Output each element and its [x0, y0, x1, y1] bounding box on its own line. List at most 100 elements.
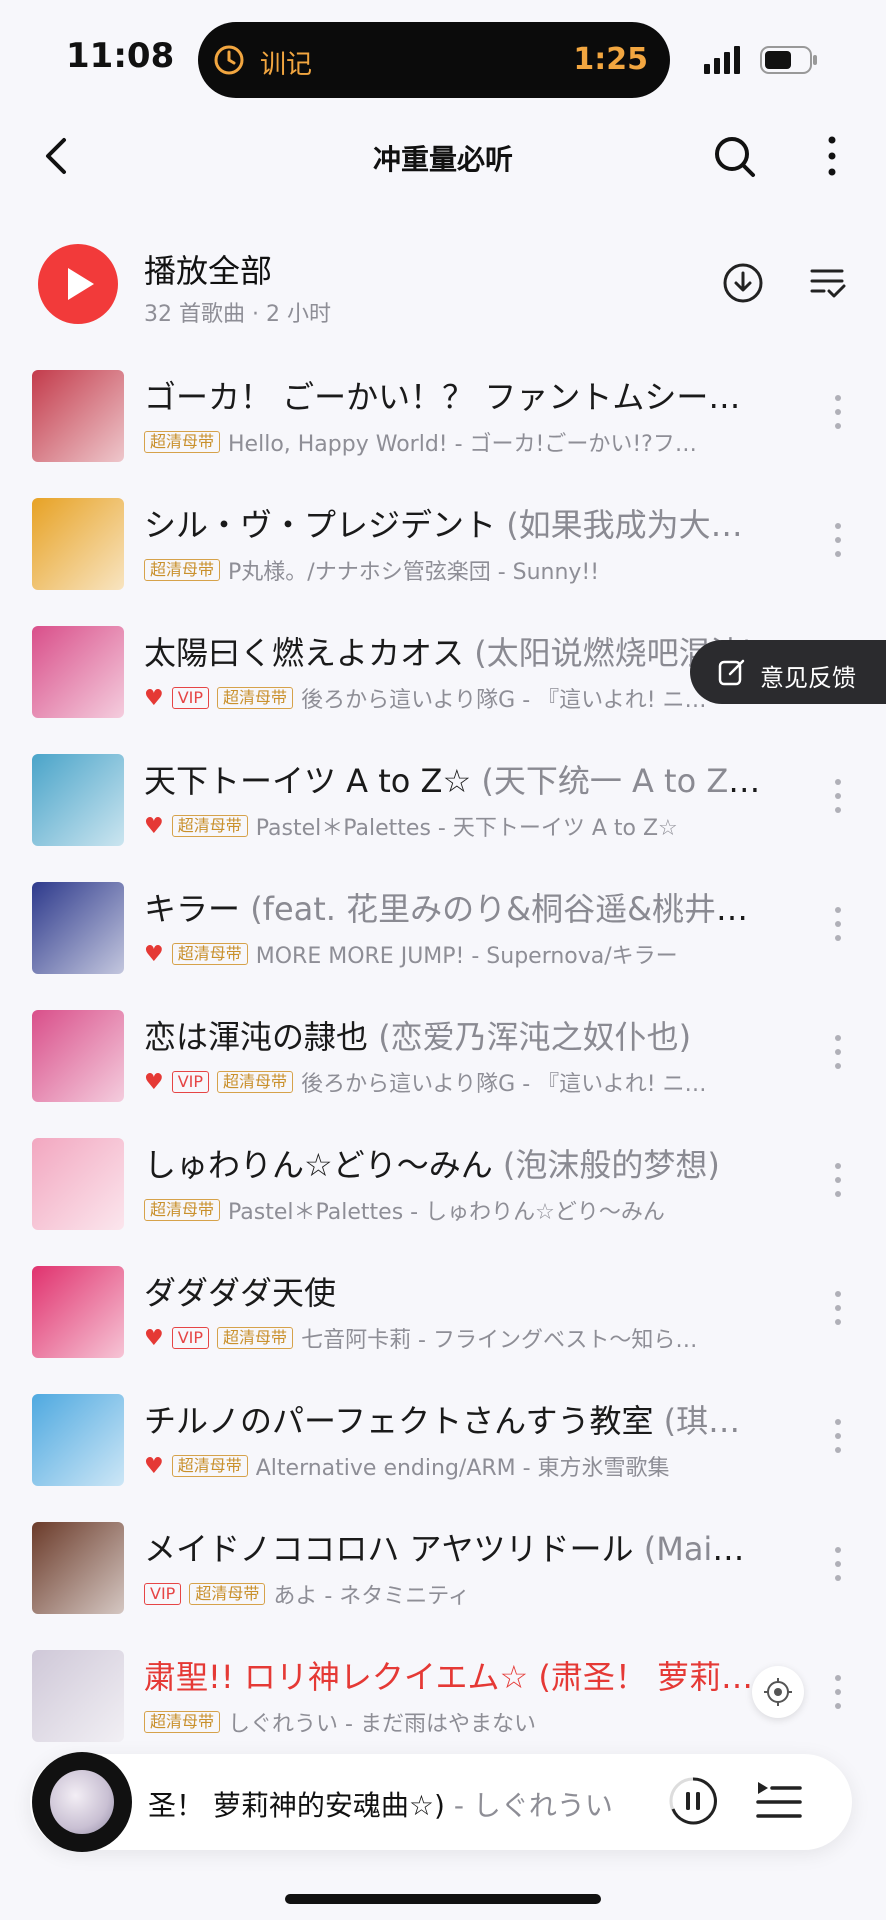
song-title-main: キラー	[144, 890, 241, 928]
hq-badge: 超清母带	[217, 1327, 294, 1349]
song-artist-album: Hello, Happy World! - ゴーカ!ごーかい!?フ…	[228, 432, 697, 457]
song-meta: ♥ VIP 超清母带 七音阿卡莉 - フライングベスト～知ら…	[144, 1322, 744, 1354]
song-title-subtitle: (如果我成为大…	[496, 506, 743, 544]
signal-icon	[704, 46, 740, 74]
song-artist-album: Alternative ending/ARM - 東方氷雪歌集	[255, 1456, 670, 1481]
more-options-icon[interactable]	[828, 518, 848, 562]
song-title-main: ダダダダ天使	[144, 1274, 337, 1312]
song-title-main: メイドノココロハ アヤツリドール	[144, 1530, 634, 1568]
feedback-button[interactable]: 意见反馈	[690, 640, 886, 704]
pause-icon[interactable]	[668, 1776, 718, 1826]
song-artist-album: Pastel＊Palettes - 天下トーイツ A to Z☆	[255, 816, 678, 841]
hq-badge: 超清母带	[171, 943, 248, 965]
more-options-icon[interactable]	[828, 1030, 848, 1074]
heart-icon: ♥	[144, 813, 164, 839]
edit-icon	[718, 659, 745, 686]
song-title: メイドノココロハ アヤツリドール (Maid…	[144, 1524, 764, 1570]
song-row[interactable]: ゴーカ！ ごーかい！？ ファントムシー… 超清母带 Hello, Happy Wor…	[0, 366, 886, 494]
album-cover	[32, 1522, 124, 1614]
album-cover	[32, 1266, 124, 1358]
song-row[interactable]: メイドノココロハ アヤツリドール (Maid… VIP 超清母带 あよ - ネタミニテ…	[0, 1518, 886, 1646]
heart-icon: ♥	[144, 941, 164, 967]
play-all-button[interactable]	[38, 244, 118, 324]
more-options-icon[interactable]	[828, 902, 848, 946]
song-artist-album: MORE MORE JUMP! - Supernova/キラー	[255, 944, 678, 969]
feedback-label: 意见反馈	[760, 664, 856, 692]
vip-badge: VIP	[171, 1327, 210, 1349]
album-cover	[32, 1010, 124, 1102]
hq-badge: 超清母带	[189, 1583, 266, 1605]
status-time: 11:08	[66, 36, 175, 76]
song-meta: VIP 超清母带 あよ - ネタミニティ	[144, 1578, 744, 1610]
song-title-main: 太陽曰く燃えよカオス	[144, 634, 465, 672]
song-row[interactable]: チルノのパーフェクトさんすう教室 (琪… ♥ 超清母带 Alternative end…	[0, 1390, 886, 1518]
song-title: ダダダダ天使	[144, 1268, 764, 1314]
song-artist-album: しぐれうい - まだ雨はやまない	[228, 1712, 536, 1737]
play-all-meta: 32 首歌曲 · 2 小时	[144, 302, 331, 327]
more-options-icon[interactable]	[828, 1158, 848, 1202]
hq-badge: 超清母带	[144, 1199, 221, 1221]
song-row[interactable]: ダダダダ天使 ♥ VIP 超清母带 七音阿卡莉 - フライングベスト～知ら…	[0, 1262, 886, 1390]
song-meta: ♥ 超清母带 Pastel＊Palettes - 天下トーイツ A to Z☆	[144, 810, 744, 842]
album-cover	[32, 626, 124, 718]
song-artist-album: 後ろから這いより隊G - 『這いよれ! ニ…	[301, 1072, 707, 1097]
download-icon[interactable]	[722, 262, 764, 304]
dynamic-island[interactable]: 训记 1:25	[198, 22, 670, 98]
timer-icon	[214, 45, 244, 75]
song-title-subtitle: (琪…	[653, 1402, 741, 1440]
more-vertical-icon[interactable]	[820, 134, 844, 178]
album-cover	[32, 882, 124, 974]
song-row[interactable]: 天下トーイツ A to Z☆ (天下统一 A to Z☆) ♥ 超清母带 Pastel…	[0, 750, 886, 878]
heart-icon: ♥	[144, 1069, 164, 1095]
song-row[interactable]: キラー (feat. 花里みのり&桐谷遥&桃井愛… ♥ 超清母带 MORE MORE …	[0, 878, 886, 1006]
album-cover	[32, 754, 124, 846]
hq-badge: 超清母带	[144, 559, 221, 581]
song-title: 天下トーイツ A to Z☆ (天下统一 A to Z☆)	[144, 756, 764, 802]
song-artist-album: P丸様。/ナナホシ管弦楽団 - Sunny!!	[228, 560, 600, 585]
mini-player-title[interactable]: 圣！ 萝莉神的安魂曲☆) - しぐれうい	[148, 1784, 618, 1824]
album-cover	[32, 498, 124, 590]
album-art	[50, 1770, 114, 1834]
song-meta: 超清母带 しぐれうい - まだ雨はやまない	[144, 1706, 744, 1738]
song-title-main: 天下トーイツ A to Z☆	[144, 762, 472, 800]
more-options-icon[interactable]	[828, 1414, 848, 1458]
song-title-main: 粛聖!! ロリ神レクイエム☆	[144, 1658, 529, 1696]
hq-badge: 超清母带	[217, 1071, 294, 1093]
more-options-icon[interactable]	[828, 1542, 848, 1586]
playlist-icon[interactable]	[756, 1780, 802, 1824]
play-all-label[interactable]: 播放全部	[144, 246, 272, 292]
song-title-subtitle: (天下统一 A to Z☆)	[471, 762, 764, 800]
vip-badge: VIP	[171, 687, 210, 709]
song-title-main: チルノのパーフェクトさんすう教室	[144, 1402, 654, 1440]
song-meta: ♥ VIP 超清母带 後ろから這いより隊G - 『這いよれ! ニ…	[144, 1066, 744, 1098]
song-artist-album: 七音阿卡莉 - フライングベスト～知ら…	[301, 1328, 698, 1353]
heart-icon: ♥	[144, 685, 164, 711]
song-artist-album: Pastel＊Palettes - しゅわりん☆どり～みん	[228, 1200, 665, 1225]
album-cover	[32, 1650, 124, 1742]
hq-badge: 超清母带	[171, 815, 248, 837]
locate-current-song-button[interactable]	[752, 1666, 804, 1718]
vip-badge: VIP	[171, 1071, 210, 1093]
more-options-icon[interactable]	[828, 390, 848, 434]
song-title-subtitle: (泡沫般的梦想)	[492, 1146, 720, 1184]
more-options-icon[interactable]	[828, 1286, 848, 1330]
song-meta: ♥ VIP 超清母带 後ろから這いより隊G - 『這いよれ! ニ…	[144, 682, 744, 714]
more-options-icon[interactable]	[828, 1670, 848, 1714]
song-title: 粛聖!! ロリ神レクイエム☆ (肃圣！ 萝莉神…	[144, 1652, 764, 1698]
song-row[interactable]: シル・ヴ・プレジデント (如果我成为大… 超清母带 P丸様。/ナナホシ管弦楽団 - …	[0, 494, 886, 622]
song-artist-album: あよ - ネタミニティ	[273, 1584, 470, 1609]
song-title: 太陽曰く燃えよカオス (太阳说燃烧吧混沌)	[144, 628, 764, 674]
song-row[interactable]: しゅわりん☆どり～みん (泡沫般的梦想) 超清母带 Pastel＊Palettes …	[0, 1134, 886, 1262]
album-disc[interactable]	[32, 1752, 132, 1852]
heart-icon: ♥	[144, 1453, 164, 1479]
mini-artist: - しぐれうい	[444, 1789, 613, 1822]
song-row[interactable]: 恋は渾沌の隷也 (恋爱乃浑沌之奴仆也) ♥ VIP 超清母带 後ろから這いより隊G - …	[0, 1006, 886, 1134]
album-cover	[32, 1394, 124, 1486]
song-title: チルノのパーフェクトさんすう教室 (琪…	[144, 1396, 764, 1442]
song-meta: 超清母带 Pastel＊Palettes - しゅわりん☆どり～みん	[144, 1194, 744, 1226]
more-options-icon[interactable]	[828, 774, 848, 818]
search-icon[interactable]	[712, 134, 756, 178]
song-artist-album: 後ろから這いより隊G - 『這いよれ! ニ…	[301, 688, 707, 713]
multi-select-icon[interactable]	[810, 266, 846, 300]
home-indicator[interactable]	[285, 1894, 601, 1904]
